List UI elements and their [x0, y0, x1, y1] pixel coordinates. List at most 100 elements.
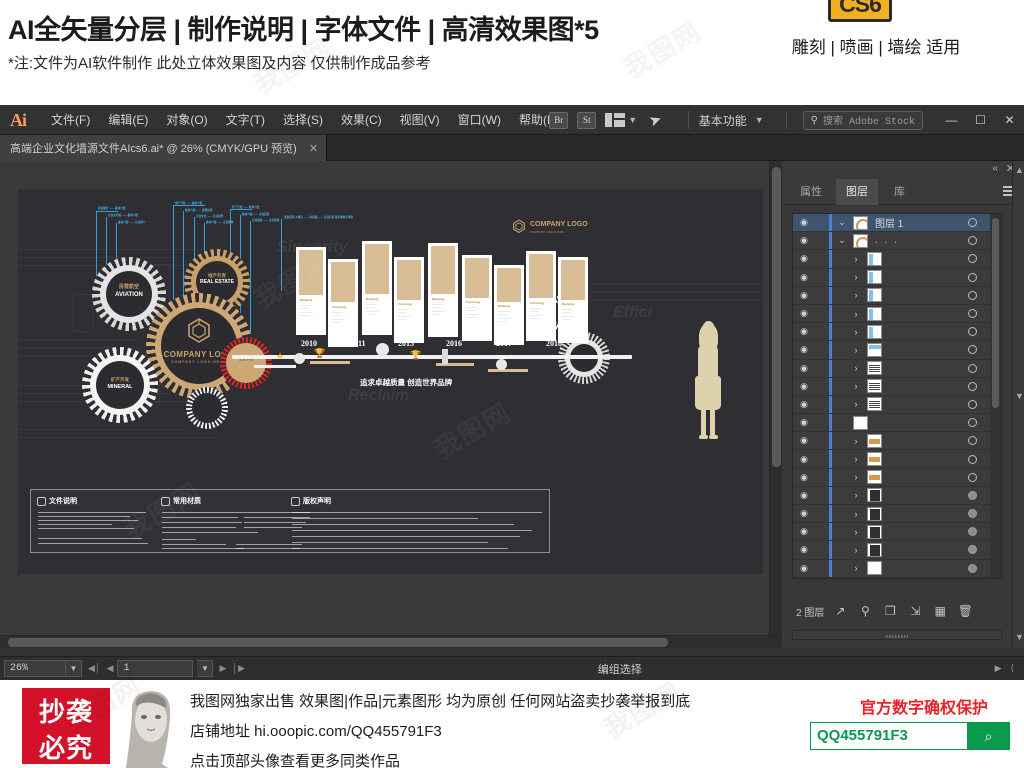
layer-row[interactable]: ◉›: [793, 432, 1001, 451]
eye-icon[interactable]: ◉: [793, 508, 815, 519]
disclosure-triangle-icon[interactable]: ›: [846, 545, 866, 555]
artboard-dropdown-icon[interactable]: ▼: [197, 660, 214, 677]
lock-column[interactable]: [815, 523, 829, 540]
minimize-button[interactable]: —: [937, 107, 966, 133]
adobe-stock-search[interactable]: ⚲ 搜索 Adobe Stock: [802, 110, 923, 130]
collapse-panel-icon[interactable]: «: [992, 163, 997, 174]
next-artboard-button[interactable]: ▶: [219, 663, 226, 674]
target-indicator[interactable]: [968, 272, 977, 282]
disclosure-triangle-icon[interactable]: ›: [846, 327, 866, 337]
tab-layers[interactable]: 图层: [836, 179, 878, 205]
lock-column[interactable]: [815, 378, 829, 395]
release-to-layers-icon[interactable]: ⇲: [906, 602, 924, 620]
disclosure-triangle-icon[interactable]: ⌄: [832, 235, 852, 246]
rocket-icon[interactable]: ➤: [646, 109, 665, 130]
disclosure-triangle-icon[interactable]: ›: [846, 454, 866, 464]
eye-icon[interactable]: ◉: [793, 417, 815, 428]
scrollbar-thumb[interactable]: [8, 638, 668, 647]
disclosure-triangle-icon[interactable]: ›: [846, 272, 866, 282]
artboard-number-input[interactable]: 1: [117, 660, 194, 677]
eye-icon[interactable]: ◉: [793, 217, 815, 228]
target-indicator[interactable]: [968, 527, 977, 537]
lock-column[interactable]: [815, 287, 829, 304]
lock-column[interactable]: [815, 341, 829, 358]
layer-row[interactable]: ◉›: [793, 250, 1001, 269]
disclosure-triangle-icon[interactable]: ›: [846, 472, 866, 482]
eye-icon[interactable]: ◉: [793, 399, 815, 410]
menu-select[interactable]: 选择(S): [274, 105, 332, 135]
lock-column[interactable]: [815, 250, 829, 267]
status-expand-icon[interactable]: ▶: [995, 663, 1002, 674]
layer-row[interactable]: ◉›: [793, 559, 1001, 578]
chevron-up-icon[interactable]: ▲: [1015, 165, 1024, 175]
target-indicator[interactable]: [968, 381, 977, 391]
status-collapse-icon[interactable]: ⟨: [1010, 663, 1014, 674]
disclosure-triangle-icon[interactable]: ›: [846, 490, 866, 500]
lock-column[interactable]: [815, 578, 829, 579]
target-indicator[interactable]: [968, 509, 977, 519]
layer-row[interactable]: ◉ ⌄ . . .: [793, 232, 1001, 251]
close-button[interactable]: ✕: [995, 107, 1024, 133]
first-artboard-button[interactable]: ◀│: [88, 663, 101, 674]
layer-row[interactable]: ◉ ⌄ 图层 1: [793, 214, 1001, 233]
eye-icon[interactable]: ◉: [793, 472, 815, 483]
disclosure-triangle-icon[interactable]: ›: [846, 399, 866, 409]
disclosure-triangle-icon[interactable]: ›: [846, 527, 866, 537]
target-indicator[interactable]: [968, 327, 977, 337]
layer-row[interactable]: ◉›: [793, 523, 1001, 542]
chevron-down-icon[interactable]: ▼: [1015, 391, 1024, 401]
lock-column[interactable]: [815, 450, 829, 467]
search-icon[interactable]: ⌕: [967, 728, 1010, 745]
eye-icon[interactable]: ◉: [793, 253, 815, 264]
disclosure-triangle-icon[interactable]: ›: [846, 563, 866, 573]
tab-libraries[interactable]: 库: [884, 179, 915, 205]
zoom-level-input[interactable]: 26%: [4, 660, 66, 677]
disclosure-triangle-icon[interactable]: ›: [846, 309, 866, 319]
lock-column[interactable]: [815, 396, 829, 413]
shop-search-box[interactable]: QQ455791F3 ⌕: [810, 722, 1010, 750]
target-indicator[interactable]: [968, 363, 977, 373]
layer-list[interactable]: ◉ ⌄ 图层 1 ◉ ⌄. . . ◉ › ◉ › ◉ › ◉ › ◉ › ◉ › ◉ › ◉ › ◉ › ◉ ◉ › ◉ › ◉ › ◉ ›…: [792, 213, 1002, 579]
shop-id-input[interactable]: QQ455791F3: [811, 723, 967, 749]
eye-icon[interactable]: ◉: [793, 272, 815, 283]
lock-column[interactable]: [815, 414, 829, 431]
layer-row[interactable]: ◉›: [793, 268, 1001, 287]
layer-name[interactable]: 图层 1: [875, 215, 903, 230]
eye-icon[interactable]: ◉: [793, 363, 815, 374]
layer-row[interactable]: ◉›: [793, 359, 1001, 378]
menu-effect[interactable]: 效果(C): [332, 105, 391, 135]
artboard[interactable]: Sincerity Effici Reclaim: [18, 189, 763, 574]
disclosure-triangle-icon[interactable]: ›: [846, 290, 866, 300]
maximize-button[interactable]: ☐: [966, 107, 995, 133]
tab-properties[interactable]: 属性: [790, 179, 832, 205]
target-indicator[interactable]: [968, 254, 977, 264]
layer-row[interactable]: ◉›: [793, 395, 1001, 415]
canvas-horizontal-scrollbar[interactable]: [0, 635, 782, 648]
target-indicator[interactable]: [968, 345, 977, 355]
chevron-down-icon[interactable]: ▼: [755, 115, 764, 125]
new-layer-icon[interactable]: ▦: [931, 602, 949, 620]
layer-row[interactable]: ◉›: [793, 377, 1001, 396]
layer-row[interactable]: ◉›: [793, 341, 1001, 360]
target-indicator[interactable]: [968, 545, 977, 555]
layer-name[interactable]: . . .: [875, 235, 899, 246]
disclosure-triangle-icon[interactable]: ›: [846, 381, 866, 391]
target-indicator[interactable]: [968, 472, 977, 482]
eye-icon[interactable]: ◉: [793, 235, 815, 246]
zoom-dropdown-icon[interactable]: ▼: [66, 660, 82, 677]
target-indicator[interactable]: [968, 218, 977, 228]
layer-row[interactable]: ◉›: [793, 486, 1001, 505]
target-indicator[interactable]: [968, 290, 977, 300]
target-indicator[interactable]: [968, 490, 977, 500]
layers-scrollbar[interactable]: [990, 214, 1001, 578]
last-artboard-button[interactable]: │▶: [232, 663, 245, 674]
layer-row[interactable]: ◉›: [793, 323, 1001, 342]
canvas-area[interactable]: Sincerity Effici Reclaim: [0, 161, 782, 648]
disclosure-triangle-icon[interactable]: ›: [846, 436, 866, 446]
lock-column[interactable]: [815, 269, 829, 286]
menu-view[interactable]: 视图(V): [391, 105, 449, 135]
target-indicator[interactable]: [968, 563, 977, 573]
lock-column[interactable]: [815, 360, 829, 377]
target-indicator[interactable]: [968, 236, 977, 246]
lock-column[interactable]: [815, 214, 829, 231]
